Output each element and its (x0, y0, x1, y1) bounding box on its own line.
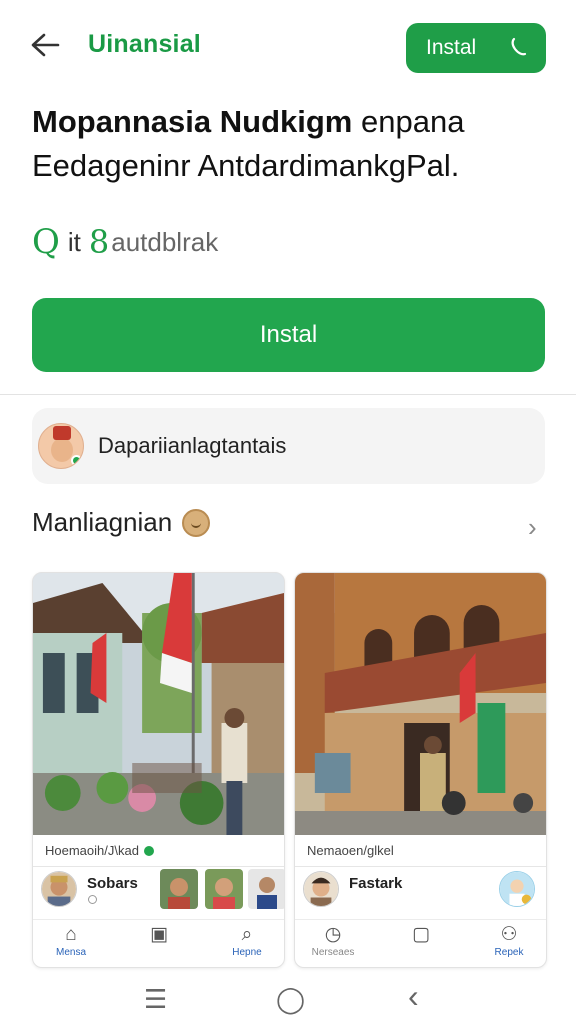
recents-icon[interactable]: ☰ (144, 984, 167, 1015)
app-header: Uinansial Instal (0, 0, 576, 92)
nav-person-2[interactable]: ⚇ Repek (479, 924, 539, 958)
screenshot-card-2[interactable]: Nemaoen/glkel Fastark ◷ Nerseaes ▢ ⚇ Rep… (294, 572, 547, 968)
nav-label: Nerseaes (311, 947, 355, 958)
thumbnail-2 (205, 869, 243, 909)
smile-emoji-icon (182, 508, 211, 537)
image-icon: ▣ (150, 924, 168, 945)
screenshot-divider (33, 866, 284, 867)
arrow-left-icon[interactable] (28, 30, 62, 60)
village-photo-1 (33, 573, 284, 835)
app-title: Uinansial (88, 30, 201, 58)
clock-icon: ◷ (324, 924, 342, 945)
screenshot-caption-1: Hoemaoih/J\kad (45, 843, 154, 858)
nav-search-1[interactable]: ⌕ Hepne (217, 924, 277, 958)
rating-number: 8 (88, 223, 110, 261)
header-install-label: Instal (426, 36, 477, 59)
screenshot-divider (295, 866, 546, 867)
section-title-text: Manliagnian (32, 507, 173, 537)
user-name-2: Fastark (349, 875, 403, 892)
developer-card[interactable]: Dapariianlagtantais (32, 408, 545, 484)
install-button[interactable]: Instal (32, 298, 545, 372)
system-nav-bar: ☰ ◯ ‹ (0, 976, 576, 1024)
verified-icon (143, 845, 154, 856)
divider (0, 394, 576, 395)
thumbnail-1 (160, 869, 198, 909)
phone-icon (511, 37, 527, 56)
avatar-icon (38, 423, 84, 469)
village-photo-2 (295, 573, 546, 835)
profile-avatar-icon[interactable] (499, 871, 535, 907)
screenshot-caption-2: Nemaoen/glkel (307, 843, 394, 858)
headline-bold: Mopannasia Nudkigm (32, 104, 353, 139)
search-icon: ⌕ (241, 924, 253, 945)
rating-it: it (67, 226, 81, 257)
home-icon: ⌂ (65, 924, 77, 945)
headline-line2: Eedageninr AntdardimankgPal. (32, 148, 460, 183)
nav-label: Mensa (55, 947, 86, 958)
status-circle-icon (88, 895, 97, 904)
headline-rest: enpana (352, 104, 465, 139)
home-circle-icon[interactable]: ◯ (276, 984, 305, 1015)
thumbnail-3 (248, 869, 284, 909)
caption-text-1: Hoemaoih/J\kad (45, 843, 139, 858)
back-chevron-icon[interactable]: ‹ (408, 978, 419, 1015)
caption-text-2: Nemaoen/glkel (307, 843, 394, 858)
header-install-button[interactable]: Instal (406, 23, 546, 73)
nav-home-1[interactable]: ⌂ Mensa (41, 924, 101, 958)
nav-clock-2[interactable]: ◷ Nerseaes (303, 924, 363, 958)
app-description: Mopannasia Nudkigm enpana Eedageninr Ant… (32, 100, 552, 188)
avatar-icon (303, 871, 339, 907)
mini-bottom-nav-2: ◷ Nerseaes ▢ ⚇ Repek (295, 919, 546, 967)
nav-clipboard-2[interactable]: ▢ (391, 924, 451, 947)
chevron-right-icon[interactable]: › (528, 512, 537, 543)
nav-image-1[interactable]: ▣ (129, 924, 189, 947)
developer-name: Dapariianlagtantais (98, 433, 287, 458)
rating-row: Q it 8 autdblrak (32, 222, 218, 262)
clipboard-icon: ▢ (412, 924, 430, 945)
user-name-1: Sobars (87, 875, 138, 892)
screenshot-card-1[interactable]: Hoemaoih/J\kad Sobars ⌂ Mensa ▣ ⌕ Hepne (32, 572, 285, 968)
avatar-icon (41, 871, 77, 907)
rating-text: autdblrak (111, 226, 219, 257)
person-icon: ⚇ (500, 924, 518, 945)
section-title: Manliagnian (32, 507, 211, 538)
nav-label: Hepne (232, 947, 262, 958)
rating-q-glyph: Q (32, 222, 60, 262)
mini-bottom-nav-1: ⌂ Mensa ▣ ⌕ Hepne (33, 919, 284, 967)
nav-label: Repek (494, 947, 524, 958)
verified-dot (71, 455, 82, 466)
